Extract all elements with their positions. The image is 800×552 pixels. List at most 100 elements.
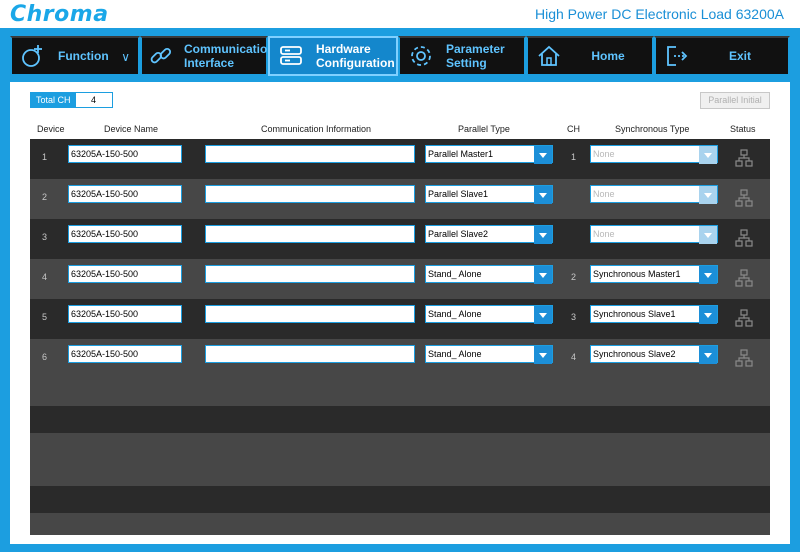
sync-type-select[interactable]: Synchronous Master1 xyxy=(590,265,718,284)
empty-row xyxy=(30,433,770,486)
parallel-type-value: Parallel Slave2 xyxy=(428,229,489,239)
tab-parameter-label: Parameter Setting xyxy=(446,42,505,70)
network-status-icon xyxy=(735,229,753,247)
sync-type-value: Synchronous Slave1 xyxy=(593,309,676,319)
device-index: 4 xyxy=(42,272,48,282)
tab-exit[interactable]: Exit xyxy=(654,36,790,76)
tab-parameter-setting[interactable]: Parameter Setting xyxy=(398,36,526,76)
comm-info-field[interactable] xyxy=(205,225,415,243)
dropdown-arrow-icon xyxy=(699,186,717,204)
tab-communication-line2: Interface xyxy=(184,56,235,70)
tab-hardware-configuration[interactable]: Hardware Configuration xyxy=(268,36,398,76)
device-name-field[interactable]: 63205A-150-500 xyxy=(68,305,182,323)
app-header: Chroma High Power DC Electronic Load 632… xyxy=(0,0,800,28)
total-ch-value[interactable]: 4 xyxy=(75,93,112,107)
device-name-field[interactable]: 63205A-150-500 xyxy=(68,145,182,163)
device-name-field[interactable]: 63205A-150-500 xyxy=(68,265,182,283)
comm-info-field[interactable] xyxy=(205,185,415,203)
tab-function[interactable]: Function ∨ xyxy=(10,36,140,76)
gear-icon xyxy=(406,41,436,71)
sync-type-select[interactable]: Synchronous Slave1 xyxy=(590,305,718,324)
dropdown-arrow-icon[interactable] xyxy=(699,266,717,284)
dropdown-arrow-icon xyxy=(699,146,717,164)
sync-type-select[interactable]: Synchronous Slave2 xyxy=(590,345,718,364)
dropdown-arrow-icon[interactable] xyxy=(534,346,552,364)
tab-function-label: Function xyxy=(58,49,109,63)
parallel-type-select[interactable]: Parallel Slave1 xyxy=(425,185,553,204)
table-row: 1 63205A-150-500 Parallel Master1 1 None xyxy=(30,139,770,179)
parallel-type-value: Stand_ Alone xyxy=(428,309,482,319)
parallel-type-select[interactable]: Parallel Master1 xyxy=(425,145,553,164)
device-name-field[interactable]: 63205A-150-500 xyxy=(68,185,182,203)
app-title: High Power DC Electronic Load 63200A xyxy=(534,6,784,22)
ch-value: 3 xyxy=(571,312,577,322)
table-row: 6 63205A-150-500 Stand_ Alone 4 Synchron… xyxy=(30,339,770,379)
network-status-icon xyxy=(735,189,753,207)
table-row: 4 63205A-150-500 Stand_ Alone 2 Synchron… xyxy=(30,259,770,299)
col-ch: CH xyxy=(567,124,580,134)
device-index: 5 xyxy=(42,312,48,322)
device-name-field[interactable]: 63205A-150-500 xyxy=(68,225,182,243)
tab-parameter-line2: Setting xyxy=(446,56,487,70)
table-header: Device Device Name Communication Informa… xyxy=(30,124,770,138)
network-status-icon xyxy=(735,149,753,167)
col-status: Status xyxy=(730,124,756,134)
total-ch-label: Total CH xyxy=(31,93,76,107)
device-index: 6 xyxy=(42,352,48,362)
dropdown-arrow-icon[interactable] xyxy=(534,226,552,244)
dropdown-arrow-icon[interactable] xyxy=(534,186,552,204)
dropdown-arrow-icon[interactable] xyxy=(699,306,717,324)
comm-info-field[interactable] xyxy=(205,265,415,283)
comm-info-field[interactable] xyxy=(205,345,415,363)
col-sync-type: Synchronous Type xyxy=(615,124,690,134)
dropdown-arrow-icon[interactable] xyxy=(534,306,552,324)
device-name-field[interactable]: 63205A-150-500 xyxy=(68,345,182,363)
dropdown-arrow-icon[interactable] xyxy=(534,146,552,164)
total-ch-box: Total CH 4 xyxy=(30,92,113,108)
parallel-type-value: Parallel Master1 xyxy=(428,149,494,159)
tab-communication-interface[interactable]: Communication Interface xyxy=(140,36,275,76)
dropdown-arrow-icon[interactable] xyxy=(699,346,717,364)
parallel-initial-button[interactable]: Parallel Initial xyxy=(700,92,770,109)
dropdown-arrow-icon[interactable] xyxy=(534,266,552,284)
col-device: Device xyxy=(37,124,65,134)
chevron-down-icon[interactable]: ∨ xyxy=(121,50,130,64)
function-icon xyxy=(18,41,48,71)
empty-row xyxy=(30,486,770,513)
tab-hardware-line1: Hardware xyxy=(316,42,371,56)
tab-parameter-line1: Parameter xyxy=(446,42,505,56)
parallel-type-value: Stand_ Alone xyxy=(428,349,482,359)
device-index: 3 xyxy=(42,232,48,242)
parallel-type-select[interactable]: Stand_ Alone xyxy=(425,265,553,284)
sync-type-value: Synchronous Master1 xyxy=(593,269,681,279)
tab-communication-label: Communication Interface xyxy=(184,42,275,70)
empty-row xyxy=(30,406,770,433)
tab-home-label: Home xyxy=(591,49,625,63)
device-table: 1 63205A-150-500 Parallel Master1 1 None… xyxy=(30,139,770,535)
device-index: 2 xyxy=(42,192,48,202)
ch-value: 4 xyxy=(571,352,577,362)
col-comm-info: Communication Information xyxy=(261,124,372,134)
tab-communication-line1: Communication xyxy=(184,42,275,56)
empty-row xyxy=(30,379,770,406)
col-device-name: Device Name xyxy=(104,124,159,134)
dropdown-arrow-icon xyxy=(699,226,717,244)
parallel-type-select[interactable]: Stand_ Alone xyxy=(425,345,553,364)
sync-type-select: None xyxy=(590,145,718,164)
comm-info-field[interactable] xyxy=(205,145,415,163)
server-icon xyxy=(276,41,306,71)
table-row: 2 63205A-150-500 Parallel Slave1 None xyxy=(30,179,770,219)
sync-type-value: Synchronous Slave2 xyxy=(593,349,676,359)
device-index: 1 xyxy=(42,152,48,162)
comm-info-field[interactable] xyxy=(205,305,415,323)
tab-home[interactable]: Home xyxy=(526,36,654,76)
parallel-type-value: Parallel Slave1 xyxy=(428,189,489,199)
home-icon xyxy=(534,41,564,71)
parallel-type-select[interactable]: Parallel Slave2 xyxy=(425,225,553,244)
network-status-icon xyxy=(735,269,753,287)
sync-type-select: None xyxy=(590,225,718,244)
col-parallel-type: Parallel Type xyxy=(458,124,510,134)
tab-exit-label: Exit xyxy=(728,49,751,63)
parallel-type-select[interactable]: Stand_ Alone xyxy=(425,305,553,324)
sync-type-value: None xyxy=(593,189,615,199)
